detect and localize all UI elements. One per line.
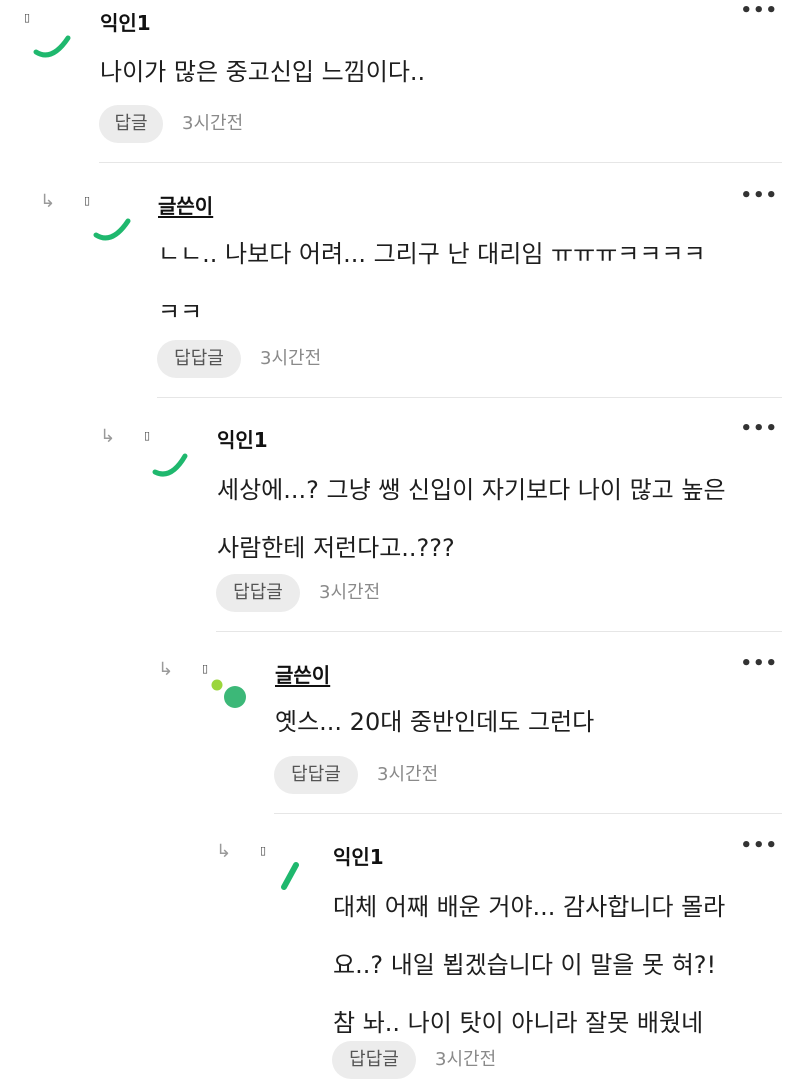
timestamp: 3시간전 <box>435 1049 497 1070</box>
comment-item: ↳ ▯ 글쓴이 ••• ㄴㄴ.. 나보다 어려... 그리구 난 대리임 ㅠㅠㅠ… <box>0 165 800 400</box>
more-options-icon[interactable]: ••• <box>740 187 778 205</box>
avatar-icon[interactable] <box>205 675 255 725</box>
reply-button[interactable]: 답답글 <box>216 574 300 612</box>
reply-arrow-icon: ↳ <box>100 426 116 447</box>
timestamp: 3시간전 <box>377 764 439 785</box>
reply-button[interactable]: 답답글 <box>332 1041 416 1079</box>
more-options-icon[interactable]: ••• <box>740 2 778 20</box>
author-name[interactable]: 익인1 <box>217 430 268 450</box>
timestamp: 3시간전 <box>260 348 322 369</box>
timestamp: 3시간전 <box>182 113 244 134</box>
comment-text: 나이가 많은 중고신입 느낌이다.. <box>100 58 426 86</box>
divider <box>216 631 782 632</box>
divider <box>274 813 782 814</box>
reply-button[interactable]: 답글 <box>99 105 163 143</box>
author-name[interactable]: 익인1 <box>333 847 384 867</box>
divider <box>157 397 782 398</box>
author-name[interactable]: 익인1 <box>100 13 151 33</box>
avatar-icon[interactable] <box>147 440 197 490</box>
badge-icon: ▯ <box>260 844 267 857</box>
author-name[interactable]: 글쓴이 <box>158 196 213 216</box>
more-options-icon[interactable]: ••• <box>740 837 778 855</box>
more-options-icon[interactable]: ••• <box>740 655 778 673</box>
timestamp: 3시간전 <box>319 582 381 603</box>
author-name[interactable]: 글쓴이 <box>275 665 330 685</box>
reply-arrow-icon: ↳ <box>158 659 174 680</box>
comment-text: ㄴㄴ.. 나보다 어려... 그리구 난 대리임 ㅠㅠㅠㅋㅋㅋㅋ ㅋㅋ <box>158 240 706 326</box>
comment-text: 세상에...? 그냥 쌩 신입이 자기보다 나이 많고 높은 사람한테 저런다고… <box>217 476 726 562</box>
comment-text: 대체 어째 배운 거야... 감사합니다 몰라 요..? 내일 뵙겠습니다 이 … <box>333 893 726 1037</box>
divider <box>99 162 782 163</box>
comment-item: ▯ 익인1 ••• 나이가 많은 중고신입 느낌이다.. 답글 3시간전 <box>0 0 800 165</box>
reply-button[interactable]: 답답글 <box>157 340 241 378</box>
comment-text: 옛스... 20대 중반인데도 그런다 <box>275 708 595 736</box>
avatar-icon[interactable] <box>88 203 138 253</box>
comment-item: ↳ ▯ 익인1 ••• 대체 어째 배운 거야... 감사합니다 몰라 요..?… <box>0 815 800 1090</box>
avatar-icon[interactable] <box>272 855 322 905</box>
avatar-icon[interactable] <box>28 20 78 70</box>
reply-arrow-icon: ↳ <box>216 841 232 862</box>
reply-button[interactable]: 답답글 <box>274 756 358 794</box>
more-options-icon[interactable]: ••• <box>740 420 778 438</box>
reply-arrow-icon: ↳ <box>40 191 56 212</box>
comment-item: ↳ ▯ 익인1 ••• 세상에...? 그냥 쌩 신입이 자기보다 나이 많고 … <box>0 400 800 635</box>
comment-item: ↳ ▯ 글쓴이 ••• 옛스... 20대 중반인데도 그런다 답답글 3시간전 <box>0 635 800 815</box>
badge-icon: ▯ <box>202 662 209 675</box>
